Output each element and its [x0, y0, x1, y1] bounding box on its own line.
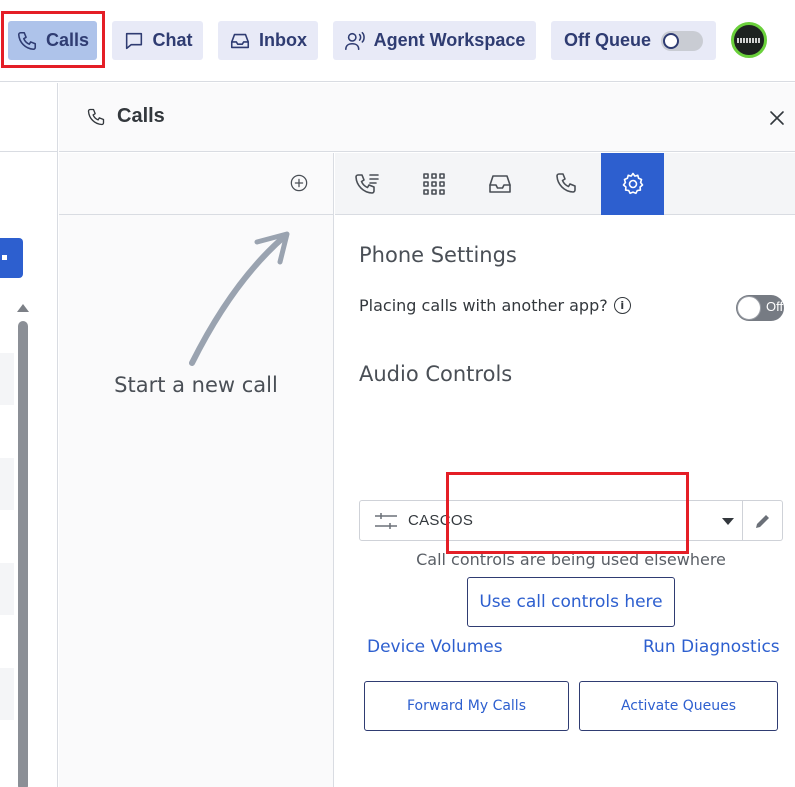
phone-icon: [86, 107, 106, 127]
nav-inbox-label: Inbox: [259, 30, 307, 50]
call-list-column: Start a new call: [59, 153, 334, 787]
pencil-icon: [755, 514, 769, 528]
agent-speaking-icon: [344, 31, 365, 50]
divider: [0, 151, 57, 152]
call-list-toolbar: [59, 153, 333, 215]
pointing-arrow-icon: [189, 231, 290, 366]
nav-inbox-button[interactable]: Inbox: [218, 21, 318, 60]
calls-tab-bar: [335, 153, 795, 215]
tab-phone[interactable]: [534, 153, 598, 215]
edit-device-button[interactable]: [743, 500, 783, 541]
activate-queues-button[interactable]: Activate Queues: [579, 681, 778, 731]
nav-calls-label: Calls: [45, 30, 90, 50]
calls-panel-header: Calls: [59, 83, 795, 152]
call-log-icon: [355, 174, 379, 194]
calls-panel: Calls Start a new call Phone Settings Pl…: [59, 83, 795, 787]
background-list-strip: [0, 83, 58, 787]
nav-agent-workspace-label: Agent Workspace: [373, 30, 526, 50]
tab-call-log[interactable]: [335, 153, 399, 215]
settings-gear-icon: [622, 172, 643, 195]
voicemail-inbox-icon: [489, 175, 511, 193]
queue-toggle-switch[interactable]: [661, 30, 703, 51]
chevron-down-icon: [722, 518, 734, 525]
placing-calls-toggle-label: Off: [766, 299, 784, 314]
sliders-icon: [374, 512, 398, 530]
tab-dialpad[interactable]: [402, 153, 466, 215]
inbox-tray-icon: [230, 33, 250, 48]
expand-tab-button[interactable]: [0, 238, 23, 278]
phone-icon: [17, 31, 37, 50]
avatar-logo-icon: [737, 37, 761, 43]
nav-agent-workspace-button[interactable]: Agent Workspace: [333, 21, 536, 60]
close-icon[interactable]: [769, 110, 785, 126]
use-call-controls-here-button[interactable]: Use call controls here: [467, 577, 675, 627]
tab-voicemail-inbox[interactable]: [468, 153, 532, 215]
device-volumes-link[interactable]: Device Volumes: [367, 637, 503, 657]
phone-settings-heading: Phone Settings: [359, 243, 517, 267]
nav-chat-label: Chat: [152, 30, 193, 50]
audio-controls-heading: Audio Controls: [359, 362, 513, 386]
call-controls-notice: Call controls are being used elsewhere: [416, 550, 726, 569]
placing-calls-label: Placing calls with another app?: [359, 296, 608, 315]
queue-status-toggle[interactable]: Off Queue: [551, 21, 716, 60]
audio-device-select[interactable]: CASCOS: [359, 500, 743, 541]
user-avatar[interactable]: [731, 22, 767, 58]
chat-bubble-icon: [125, 32, 142, 49]
calls-panel-title: Calls: [117, 105, 165, 127]
placing-calls-row: Placing calls with another app? i: [359, 296, 631, 315]
new-call-plus-icon[interactable]: [290, 174, 308, 192]
queue-status-label: Off Queue: [563, 30, 651, 50]
run-diagnostics-link[interactable]: Run Diagnostics: [643, 637, 780, 657]
nav-calls-button[interactable]: Calls: [8, 21, 97, 60]
dialpad-icon: [423, 173, 445, 195]
placing-calls-toggle[interactable]: Off: [736, 295, 784, 321]
top-navigation-bar: Calls Chat Inbox Agent Workspace Off Que…: [0, 0, 795, 82]
info-icon[interactable]: i: [613, 297, 631, 314]
phone-settings-content: Phone Settings Placing calls with anothe…: [335, 216, 795, 787]
phone-icon: [556, 173, 576, 193]
start-new-call-text: Start a new call: [114, 373, 278, 397]
forward-my-calls-button[interactable]: Forward My Calls: [364, 681, 569, 731]
scroll-up-arrow-icon[interactable]: [17, 304, 29, 312]
tab-settings[interactable]: [601, 153, 664, 215]
audio-device-name: CASCOS: [408, 512, 474, 529]
nav-chat-button[interactable]: Chat: [112, 21, 203, 60]
scrollbar-thumb[interactable]: [18, 321, 28, 787]
